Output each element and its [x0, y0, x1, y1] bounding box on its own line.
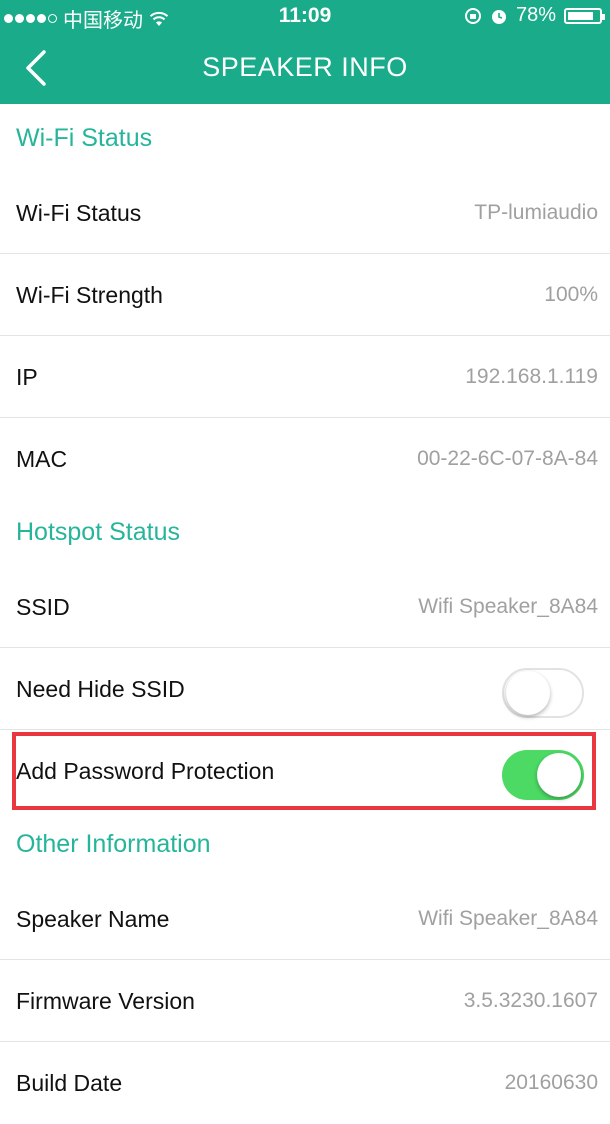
section-header-other: Other Information	[16, 830, 211, 858]
row-need-hide-ssid: Need Hide SSID	[0, 648, 610, 730]
row-add-password-protection: Add Password Protection	[0, 730, 610, 812]
row-mac: MAC 00-22-6C-07-8A-84	[0, 418, 610, 500]
row-label: Wi-Fi Strength	[16, 282, 163, 308]
row-value: 20160630	[504, 1071, 598, 1094]
row-value: Wifi Speaker_8A84	[418, 595, 598, 618]
row-value: Wifi Speaker_8A84	[418, 907, 598, 930]
row-wifi-status: Wi-Fi Status TP-lumiaudio	[0, 172, 610, 254]
row-label: Add Password Protection	[16, 758, 275, 784]
toggle-knob	[537, 753, 581, 797]
rotation-lock-icon	[464, 7, 481, 24]
row-ssid: SSID Wifi Speaker_8A84	[0, 566, 610, 648]
row-label: Need Hide SSID	[16, 676, 185, 702]
battery-icon	[564, 7, 605, 24]
row-value: 3.5.3230.1607	[463, 989, 598, 1012]
page-title: SPEAKER INFO	[202, 52, 408, 82]
password-protection-toggle[interactable]	[502, 750, 584, 800]
row-label: Speaker Name	[16, 906, 170, 932]
row-ip: IP 192.168.1.119	[0, 336, 610, 418]
row-label: MAC	[16, 446, 68, 472]
toggle-knob	[506, 671, 550, 715]
row-label: Wi-Fi Status	[16, 200, 142, 226]
row-label: Firmware Version	[16, 988, 195, 1014]
row-build-date: Build Date 20160630	[0, 1042, 610, 1124]
row-firmware-version: Firmware Version 3.5.3230.1607	[0, 960, 610, 1042]
status-bar: 中国移动 11:09 78%	[0, 0, 610, 32]
row-label: SSID	[16, 594, 70, 620]
section-header-hotspot: Hotspot Status	[16, 518, 180, 546]
row-speaker-name: Speaker Name Wifi Speaker_8A84	[0, 878, 610, 960]
row-value: 192.168.1.119	[465, 365, 598, 388]
nav-bar: SPEAKER INFO	[0, 32, 610, 104]
row-label: IP	[16, 364, 38, 390]
row-value: TP-lumiaudio	[474, 201, 598, 224]
row-value: 100%	[544, 283, 598, 306]
row-value: 00-22-6C-07-8A-84	[417, 447, 598, 470]
section-header-wifi: Wi-Fi Status	[16, 124, 153, 152]
row-wifi-strength: Wi-Fi Strength 100%	[0, 254, 610, 336]
alarm-icon	[491, 9, 506, 24]
battery-percent: 78%	[515, 4, 556, 26]
hide-ssid-toggle[interactable]	[502, 668, 584, 718]
